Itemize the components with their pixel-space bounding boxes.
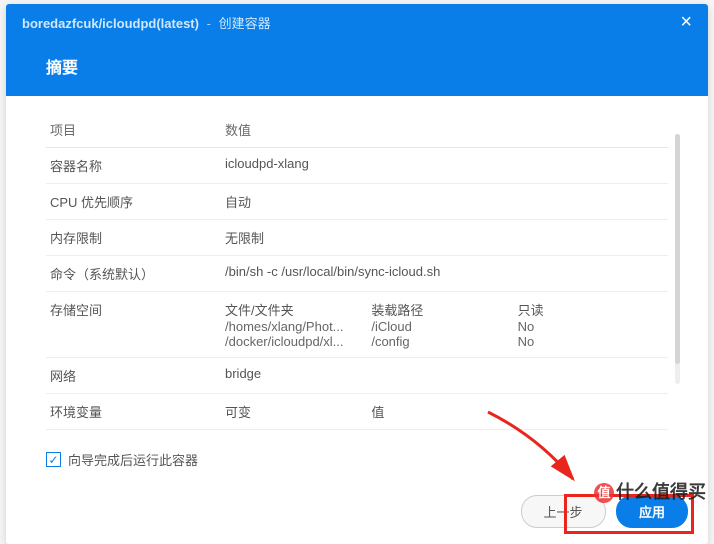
label-env: 环境变量 [46, 394, 221, 430]
dialog-title: boredazfcuk/icloudpd(latest) - 创建容器 [22, 13, 271, 32]
subhead-ro: 只读 [518, 300, 664, 319]
title-separator: - [207, 16, 211, 31]
storage-ro: No [518, 319, 664, 334]
value-storage: 文件/文件夹 装载路径 只读 /homes/xlang/Phot... /iCl… [221, 292, 668, 358]
storage-file: /homes/xlang/Phot... [225, 319, 371, 334]
row-container-name: 容器名称 icloudpd-xlang [46, 148, 668, 184]
prev-button[interactable]: 上一步 [521, 495, 606, 528]
label-storage: 存储空间 [46, 292, 221, 358]
col-item: 项目 [46, 112, 221, 148]
content-scrollbar[interactable] [675, 134, 680, 384]
create-container-dialog: boredazfcuk/icloudpd(latest) - 创建容器 × 摘要… [6, 4, 708, 544]
label-command: 命令（系统默认） [46, 256, 221, 292]
env-subheader: 可变 值 [225, 402, 664, 421]
row-cpu-priority: CPU 优先顺序 自动 [46, 184, 668, 220]
value-network: bridge [221, 358, 668, 394]
storage-mount: /iCloud [371, 319, 517, 334]
image-path: boredazfcuk/icloudpd(latest) [22, 16, 199, 31]
value-command: /bin/sh -c /usr/local/bin/sync-icloud.sh [221, 256, 668, 292]
env-col-variable: 可变 [225, 402, 371, 421]
storage-subheader: 文件/文件夹 装载路径 只读 [225, 300, 664, 319]
checkbox-icon[interactable]: ✓ [46, 452, 61, 467]
value-container-name: icloudpd-xlang [221, 148, 668, 184]
label-network: 网络 [46, 358, 221, 394]
label-container-name: 容器名称 [46, 148, 221, 184]
value-memory-limit: 无限制 [221, 220, 668, 256]
row-network: 网络 bridge [46, 358, 668, 394]
table-header-row: 项目 数值 [46, 112, 668, 148]
summary-content: 项目 数值 容器名称 icloudpd-xlang CPU 优先顺序 自动 内存… [6, 96, 708, 436]
label-memory-limit: 内存限制 [46, 220, 221, 256]
storage-mount: /config [371, 334, 517, 349]
storage-entry: /homes/xlang/Phot... /iCloud No [225, 319, 664, 334]
env-col-value: 值 [371, 402, 517, 421]
storage-ro: No [518, 334, 664, 349]
apply-button[interactable]: 应用 [616, 495, 688, 528]
row-memory-limit: 内存限制 无限制 [46, 220, 668, 256]
run-after-wizard-row[interactable]: ✓ 向导完成后运行此容器 [6, 436, 708, 483]
section-title: 摘要 [6, 40, 708, 96]
col-value: 数值 [221, 112, 668, 148]
storage-file: /docker/icloudpd/xl... [225, 334, 371, 349]
label-cpu-priority: CPU 优先顺序 [46, 184, 221, 220]
value-env: 可变 值 [221, 394, 668, 430]
subhead-file: 文件/文件夹 [225, 300, 371, 319]
value-cpu-priority: 自动 [221, 184, 668, 220]
subhead-mount: 装载路径 [371, 300, 517, 319]
dialog-header: boredazfcuk/icloudpd(latest) - 创建容器 × [6, 4, 708, 40]
row-storage: 存储空间 文件/文件夹 装载路径 只读 /homes/xlang/Phot...… [46, 292, 668, 358]
checkbox-label: 向导完成后运行此容器 [68, 450, 198, 469]
title-action: 创建容器 [219, 16, 271, 31]
summary-table: 项目 数值 容器名称 icloudpd-xlang CPU 优先顺序 自动 内存… [46, 112, 668, 430]
row-command: 命令（系统默认） /bin/sh -c /usr/local/bin/sync-… [46, 256, 668, 292]
scrollbar-thumb[interactable] [675, 134, 680, 364]
row-env: 环境变量 可变 值 [46, 394, 668, 430]
close-icon[interactable]: × [680, 12, 692, 32]
storage-entry: /docker/icloudpd/xl... /config No [225, 334, 664, 349]
